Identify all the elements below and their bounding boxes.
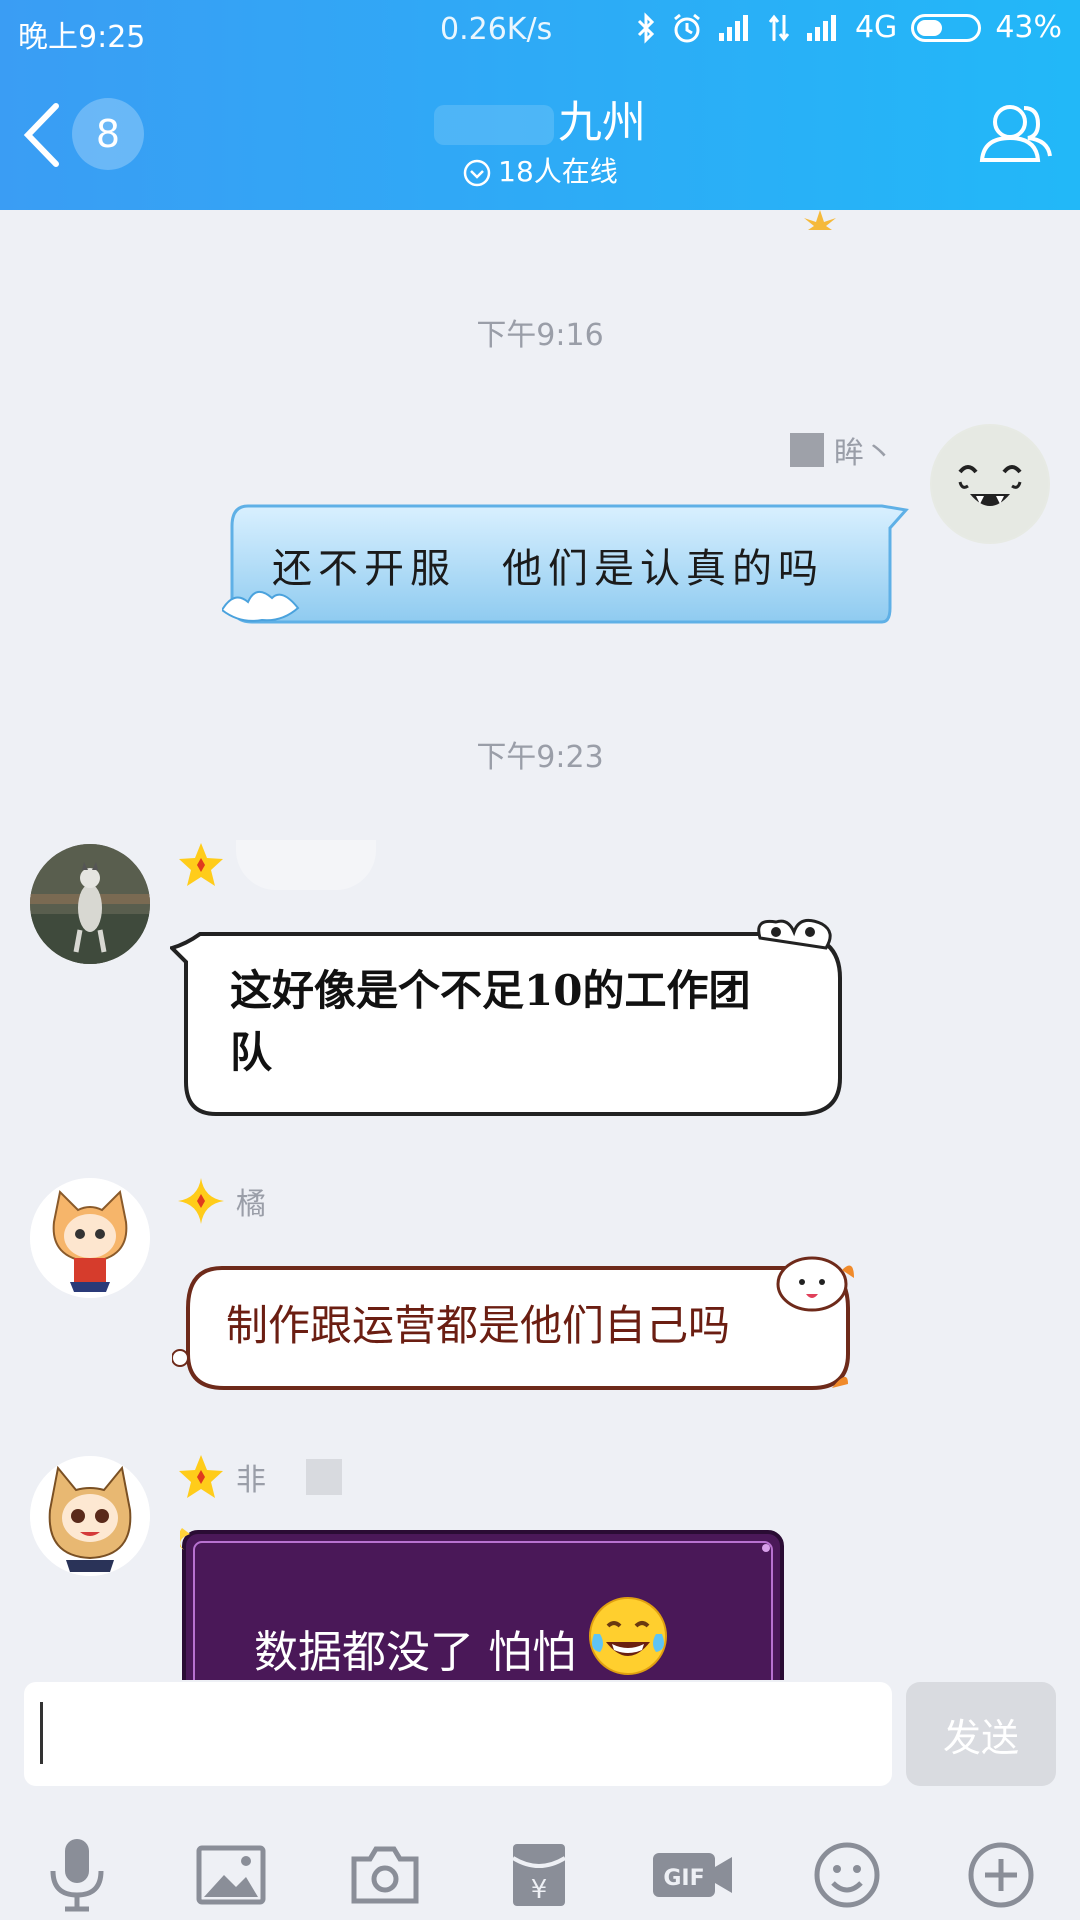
alarm-icon: [674, 13, 700, 42]
message-bubble[interactable]: 制作跟运营都是他们自己吗: [172, 1254, 854, 1394]
star-badge-icon: [179, 843, 223, 886]
message-text: 制作跟运营都是他们自己吗: [226, 1301, 731, 1350]
network-speed: 0.26K/s: [440, 12, 553, 47]
sender-info: [176, 840, 376, 890]
input-area: 发送 ¥ GIF: [0, 1680, 1080, 1920]
emoji-icon: [814, 1842, 880, 1908]
message-text: 这好像是个不足10的工作团 队: [230, 960, 842, 1084]
sender-info: 橘: [176, 1176, 266, 1226]
message-text: 还不开服 他们是认真的吗: [272, 546, 824, 592]
online-status[interactable]: 18人在线: [0, 150, 1080, 190]
status-icons: 4G 43%: [635, 10, 1062, 45]
timestamp: 下午9:23: [476, 740, 604, 775]
chat-header: 晚上9:25 0.26K/s 4G 43% 8 九州 18人在线: [0, 0, 1080, 210]
more-button[interactable]: [956, 1830, 1046, 1920]
message-bubble[interactable]: 数据都没了 怕怕: [180, 1528, 786, 1680]
message-text: 数据都没了 怕怕: [254, 1597, 786, 1680]
online-count: 18人在线: [498, 155, 618, 188]
text-cursor: [40, 1702, 43, 1764]
message-bubble[interactable]: 还不开服 他们是认真的吗: [222, 498, 912, 630]
battery-percent: 43%: [995, 10, 1062, 45]
redacted-name: [236, 840, 376, 890]
image-icon: [196, 1845, 266, 1905]
camera-button[interactable]: [340, 1830, 430, 1920]
smiley-face-icon: [932, 426, 1048, 542]
emoji-button[interactable]: [802, 1830, 892, 1920]
group-title-text: 九州: [558, 97, 646, 148]
status-time: 晚上9:25: [18, 20, 146, 55]
message-line: 队: [230, 1028, 273, 1077]
signal-icon: [718, 14, 748, 41]
chevron-circle-icon: [463, 159, 491, 187]
group-members-button[interactable]: [974, 98, 1054, 170]
red-packet-icon: ¥: [511, 1844, 567, 1906]
sender-info: 非: [176, 1452, 342, 1502]
svg-text:¥: ¥: [531, 1875, 548, 1905]
redacted-title-part: [434, 105, 554, 145]
send-button[interactable]: 发送: [906, 1682, 1056, 1786]
avatar[interactable]: [30, 1456, 150, 1576]
plus-icon: [968, 1842, 1034, 1908]
laughing-tears-emoji-icon: [589, 1597, 667, 1675]
signal-icon-2: [806, 14, 836, 41]
voice-button[interactable]: [32, 1830, 122, 1920]
sparkle-decoration: [804, 210, 836, 230]
data-transfer-icon: [768, 14, 790, 41]
timestamp: 下午9:16: [476, 318, 604, 353]
svg-text:GIF: GIF: [663, 1866, 704, 1891]
camera-icon: [351, 1846, 419, 1904]
message-line: 这好像是个不足10的工作团: [230, 966, 751, 1015]
star-badge-icon: [179, 1455, 223, 1498]
status-bar: 晚上9:25 0.26K/s 4G 43%: [0, 0, 1080, 62]
message-text-content: 数据都没了 怕怕: [254, 1627, 576, 1678]
anime-fox-girl-icon: [30, 1456, 150, 1576]
gif-icon: GIF: [653, 1853, 732, 1897]
avatar[interactable]: [30, 1178, 150, 1298]
input-toolbar: ¥ GIF: [0, 1830, 1080, 1920]
redacted-name: [306, 1459, 342, 1495]
red-packet-button[interactable]: ¥: [494, 1830, 584, 1920]
image-button[interactable]: [186, 1830, 276, 1920]
gif-button[interactable]: GIF: [648, 1830, 738, 1920]
group-members-icon: [979, 105, 1052, 162]
mic-icon: [50, 1839, 104, 1912]
message-list[interactable]: 下午9:16 眸丶 还不开服 他们是认真的吗 下午9:23 这好像是个不足10的…: [0, 210, 1080, 1680]
sender-name: 橘: [236, 1187, 266, 1222]
husky-photo-icon: [30, 844, 150, 964]
group-title[interactable]: 九州: [0, 86, 1080, 150]
avatar[interactable]: [30, 844, 150, 964]
battery-icon: [911, 13, 982, 42]
sender-name: 非: [236, 1463, 266, 1498]
diamond-star-badge-icon: [178, 1178, 224, 1224]
bluetooth-icon: [637, 11, 655, 44]
network-type: 4G: [854, 10, 898, 45]
anime-cat-girl-icon: [30, 1178, 150, 1298]
message-input[interactable]: [24, 1682, 892, 1786]
message-bubble[interactable]: 这好像是个不足10的工作团 队: [170, 918, 842, 1128]
avatar[interactable]: [930, 424, 1050, 544]
sender-name: 眸丶: [790, 428, 894, 472]
redacted-name: [790, 433, 824, 467]
